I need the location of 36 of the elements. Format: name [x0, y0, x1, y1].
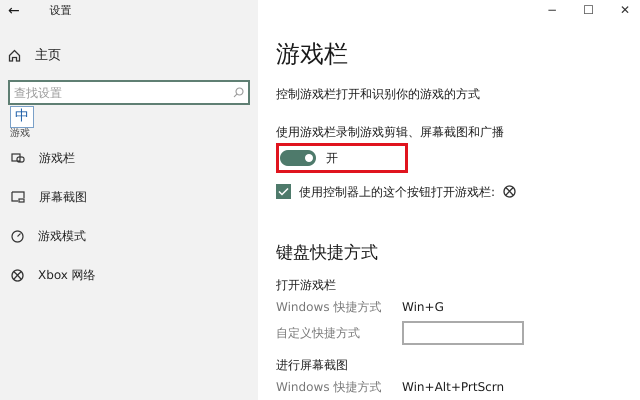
gauge-icon	[11, 230, 24, 242]
section-label: 游戏	[9, 129, 30, 139]
shortcut-value: Win+Alt+PrtScrn	[402, 379, 504, 396]
toggle-state: 开	[326, 150, 338, 166]
home-link[interactable]: 主页	[8, 46, 258, 66]
toggle-label: 使用游戏栏录制游戏剪辑、屏幕截图和广播	[276, 124, 504, 140]
xbox-icon	[503, 185, 516, 198]
shortcut-value: Win+G	[402, 299, 444, 316]
xbox-icon	[11, 268, 24, 282]
shortcut-label: Windows 快捷方式	[276, 379, 382, 396]
back-button[interactable]: ←	[8, 0, 20, 22]
toggle-switch[interactable]	[280, 150, 316, 166]
window-title: 设置	[50, 2, 72, 19]
checkbox-label: 使用控制器上的这个按钮打开游戏栏:	[299, 184, 496, 200]
shortcut-label: 自定义快捷方式	[276, 325, 361, 342]
screen-capture-icon	[11, 191, 25, 203]
window-control[interactable]: ☐	[583, 1, 594, 20]
shortcut-label: Windows 快捷方式	[276, 299, 382, 316]
window-control[interactable]: ✕	[620, 1, 630, 20]
description: 控制游戏栏打开和识别你的游戏的方式	[276, 86, 480, 102]
shortcut-input[interactable]	[402, 321, 524, 345]
section-heading: 键盘快捷方式	[276, 242, 378, 264]
search-icon	[233, 86, 244, 98]
nav-item[interactable]: 游戏模式	[0, 227, 258, 245]
nav-item[interactable]: Xbox 网络	[0, 266, 258, 284]
search-field[interactable]: 查找设置	[8, 80, 250, 105]
nav-item[interactable]: 游戏栏	[0, 149, 258, 167]
window-control[interactable]: −	[547, 1, 558, 20]
home-icon	[8, 49, 21, 62]
group-title: 打开游戏栏	[276, 277, 336, 294]
page-title: 游戏栏	[276, 38, 348, 68]
nav-item[interactable]: 屏幕截图	[0, 188, 258, 206]
ime-indicator: 中	[10, 106, 34, 128]
game-bar-icon	[11, 152, 25, 164]
group-title: 进行屏幕截图	[276, 357, 348, 374]
checkbox[interactable]	[276, 184, 291, 199]
